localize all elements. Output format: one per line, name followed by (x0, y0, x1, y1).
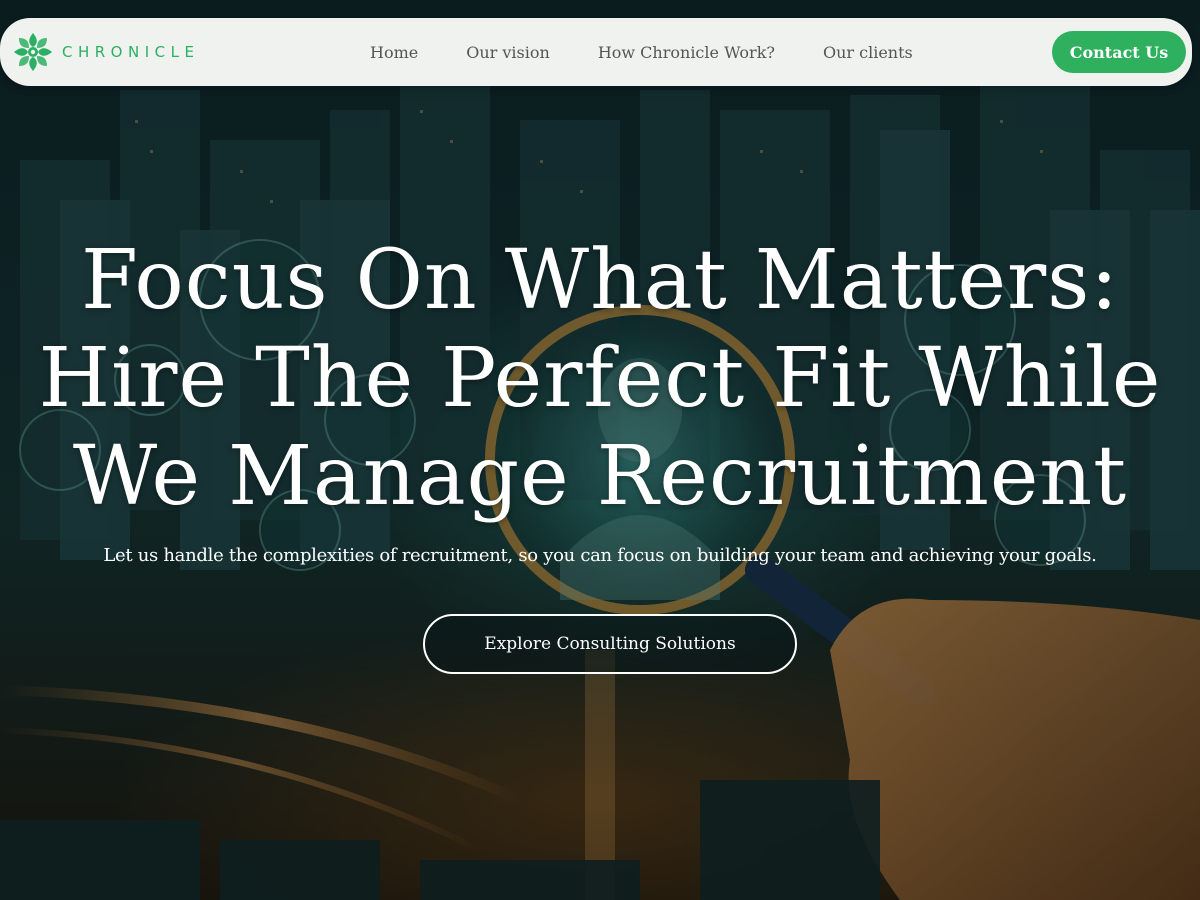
nav-link-how-chronicle-works[interactable]: How Chronicle Work? (598, 43, 775, 62)
explore-consulting-solutions-button[interactable]: Explore Consulting Solutions (423, 614, 797, 674)
brand-name: CHRONICLE (62, 43, 200, 61)
nav-link-our-clients[interactable]: Our clients (823, 43, 913, 62)
hero-title: Focus On What Matters: Hire The Perfect … (0, 232, 1200, 526)
hero-title-line-1: Focus On What Matters: (81, 233, 1119, 328)
nav-link-our-vision[interactable]: Our vision (466, 43, 550, 62)
brand-logo-link[interactable]: CHRONICLE (12, 30, 199, 74)
hero-title-line-2: Hire The Perfect Fit While (38, 331, 1162, 426)
hero-title-line-3: We Manage Recruitment (72, 429, 1128, 524)
top-navbar: CHRONICLE Home Our vision How Chronicle … (0, 18, 1192, 86)
contact-us-button[interactable]: Contact Us (1052, 31, 1186, 73)
nav-links: Home Our vision How Chronicle Work? Our … (370, 18, 913, 86)
hero-subtitle: Let us handle the complexities of recrui… (103, 545, 1097, 566)
chronicle-logo-icon (14, 33, 52, 71)
nav-link-home[interactable]: Home (370, 43, 418, 62)
